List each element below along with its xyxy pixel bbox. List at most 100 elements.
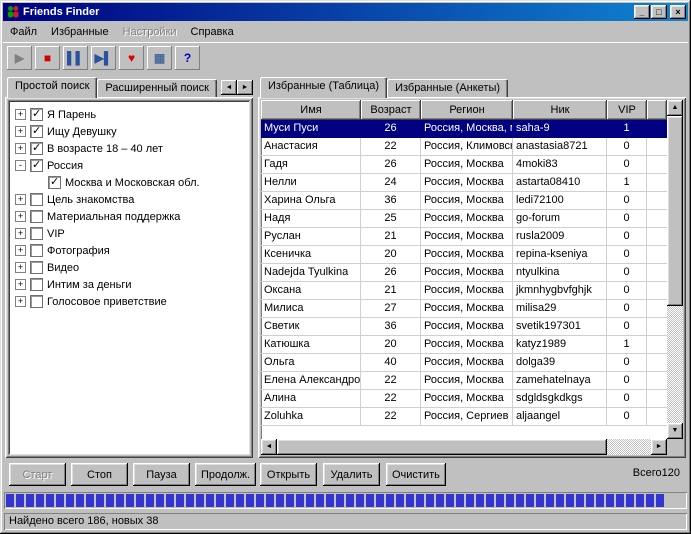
tree-item[interactable]: + Интим за деньги [12, 276, 248, 293]
favorites-tab[interactable]: Избранные (Анкеты) [387, 79, 508, 97]
expand-icon[interactable]: + [15, 245, 26, 256]
column-header[interactable]: VIP [607, 100, 647, 120]
tree-item[interactable]: + VIP [12, 225, 248, 242]
column-header[interactable]: Имя [261, 100, 361, 120]
checkbox[interactable] [30, 159, 43, 172]
scroll-down-icon[interactable]: ▼ [667, 423, 683, 439]
tree-item[interactable]: + Цель знакомства [12, 191, 248, 208]
search-tab[interactable]: Простой поиск [7, 77, 97, 98]
clear-button[interactable]: Очистить [386, 463, 446, 486]
search-tab[interactable]: Расширенный поиск [97, 79, 217, 97]
maximize-button[interactable]: □ [651, 5, 667, 19]
column-header[interactable]: Ник [513, 100, 607, 120]
tree-item[interactable]: + Видео [12, 259, 248, 276]
tree-item[interactable]: Москва и Московская обл. [12, 174, 248, 191]
tree-item[interactable]: + Материальная поддержка [12, 208, 248, 225]
menu-item[interactable]: Справка [184, 23, 241, 41]
stop-button[interactable]: Стоп [71, 463, 128, 486]
tab-scroll-left-icon[interactable]: ◄ [221, 80, 237, 95]
table-row[interactable]: Алина 22 Россия, Москва sdgldsgkdkgs 0 [261, 390, 667, 408]
checkbox[interactable] [48, 176, 61, 189]
cell-nick: ntyulkina [513, 264, 607, 282]
expand-icon[interactable]: + [15, 109, 26, 120]
minimize-button[interactable]: _ [634, 5, 650, 19]
tree-item[interactable]: - Россия [12, 157, 248, 174]
cell-age: 26 [361, 264, 421, 282]
table-row[interactable]: Анастасия 22 Россия, Климовск anastasia8… [261, 138, 667, 156]
stop-button[interactable]: ■ [35, 46, 60, 70]
horizontal-scrollbar[interactable]: ◄ ► [261, 439, 667, 455]
vertical-scrollbar[interactable]: ▲ ▼ [667, 100, 683, 439]
menu-item[interactable]: Избранные [44, 23, 116, 41]
expand-icon[interactable]: + [15, 194, 26, 205]
open-button[interactable]: Открыть [260, 463, 317, 486]
checkbox[interactable] [30, 295, 43, 308]
column-header[interactable]: Регион [421, 100, 513, 120]
expand-icon[interactable]: + [15, 262, 26, 273]
checkbox[interactable] [30, 108, 43, 121]
expand-icon[interactable]: + [15, 279, 26, 290]
tab-scroll-right-icon[interactable]: ► [237, 80, 253, 95]
scroll-up-icon[interactable]: ▲ [667, 100, 683, 116]
cell-filler [647, 228, 667, 246]
expand-icon[interactable]: + [15, 228, 26, 239]
expand-icon[interactable]: + [15, 211, 26, 222]
horizontal-scrollbar-thumb[interactable] [277, 439, 607, 455]
resume-button[interactable]: ▶▌ [91, 46, 116, 70]
start-button[interactable]: ▶ [7, 46, 32, 70]
table-row[interactable]: Nadejda Tyulkina 26 Россия, Москва ntyul… [261, 264, 667, 282]
cell-filler [647, 174, 667, 192]
close-button[interactable]: × [670, 5, 686, 19]
pause-button[interactable]: ▌▌ [63, 46, 88, 70]
expand-icon[interactable]: + [15, 126, 26, 137]
table-row[interactable]: Оксана 21 Россия, Москва jkmnhygbvfghjk … [261, 282, 667, 300]
tree-item[interactable]: + Ищу Девушку [12, 123, 248, 140]
tree-item[interactable]: + В возрасте 18 – 40 лет [12, 140, 248, 157]
checkbox[interactable] [30, 142, 43, 155]
tree-item[interactable]: + Голосовое приветствие [12, 293, 248, 310]
checkbox[interactable] [30, 278, 43, 291]
table-row[interactable]: Елена Александров 22 Россия, Москва zame… [261, 372, 667, 390]
cell-age: 20 [361, 246, 421, 264]
table-row[interactable]: Харина Ольга 36 Россия, Москва ledi72100… [261, 192, 667, 210]
start-button[interactable]: Старт [9, 463, 66, 486]
table-row[interactable]: Надя 25 Россия, Москва go-forum 0 [261, 210, 667, 228]
menu-item[interactable]: Файл [3, 23, 44, 41]
table-row[interactable]: Zoluhka 22 Россия, Сергиев П aljaangel 0 [261, 408, 667, 426]
delete-button[interactable]: Удалить [323, 463, 380, 486]
scroll-left-icon[interactable]: ◄ [261, 439, 277, 455]
scroll-right-icon[interactable]: ► [651, 439, 667, 455]
table-row[interactable]: Катюшка 20 Россия, Москва katyz1989 1 [261, 336, 667, 354]
expand-icon[interactable]: + [15, 143, 26, 154]
table-row[interactable]: Муси Пуси 26 Россия, Москва, м saha-9 1 [261, 120, 667, 138]
table-row[interactable]: Нелли 24 Россия, Москва astarta08410 1 [261, 174, 667, 192]
tree-item[interactable]: + Фотография [12, 242, 248, 259]
help-button[interactable]: ? [175, 46, 200, 70]
tree-item-label: Материальная поддержка [47, 211, 180, 223]
table-row[interactable]: Светик 36 Россия, Москва svetik197301 0 [261, 318, 667, 336]
checkbox[interactable] [30, 227, 43, 240]
table-row[interactable]: Милиса 27 Россия, Москва milisa29 0 [261, 300, 667, 318]
checkbox[interactable] [30, 210, 43, 223]
favorites-button[interactable]: ♥ [119, 46, 144, 70]
vertical-scrollbar-thumb[interactable] [667, 116, 683, 306]
expand-icon[interactable]: + [15, 296, 26, 307]
tree-item[interactable]: + Я Парень [12, 106, 248, 123]
checkbox[interactable] [30, 193, 43, 206]
cell-vip: 0 [607, 210, 647, 228]
table-row[interactable]: Гадя 26 Россия, Москва 4moki83 0 [261, 156, 667, 174]
table-row[interactable]: Ольга 40 Россия, Москва dolga39 0 [261, 354, 667, 372]
table-row[interactable]: Ксеничка 20 Россия, Москва repina-kseniy… [261, 246, 667, 264]
table-row[interactable]: Руслан 21 Россия, Москва rusla2009 0 [261, 228, 667, 246]
favorites-tab[interactable]: Избранные (Таблица) [260, 77, 387, 98]
checkbox[interactable] [30, 125, 43, 138]
checkbox[interactable] [30, 261, 43, 274]
menu-item[interactable]: Настройки [116, 23, 184, 41]
column-header[interactable]: Возраст [361, 100, 421, 120]
pause-button[interactable]: Пауза [133, 463, 190, 486]
checkbox[interactable] [30, 244, 43, 257]
expand-icon[interactable]: - [15, 160, 26, 171]
profiles-button[interactable]: ▦ [147, 46, 172, 70]
titlebar[interactable]: Friends Finder _ □ × [3, 3, 688, 21]
resume-button[interactable]: Продолж. [195, 463, 256, 486]
